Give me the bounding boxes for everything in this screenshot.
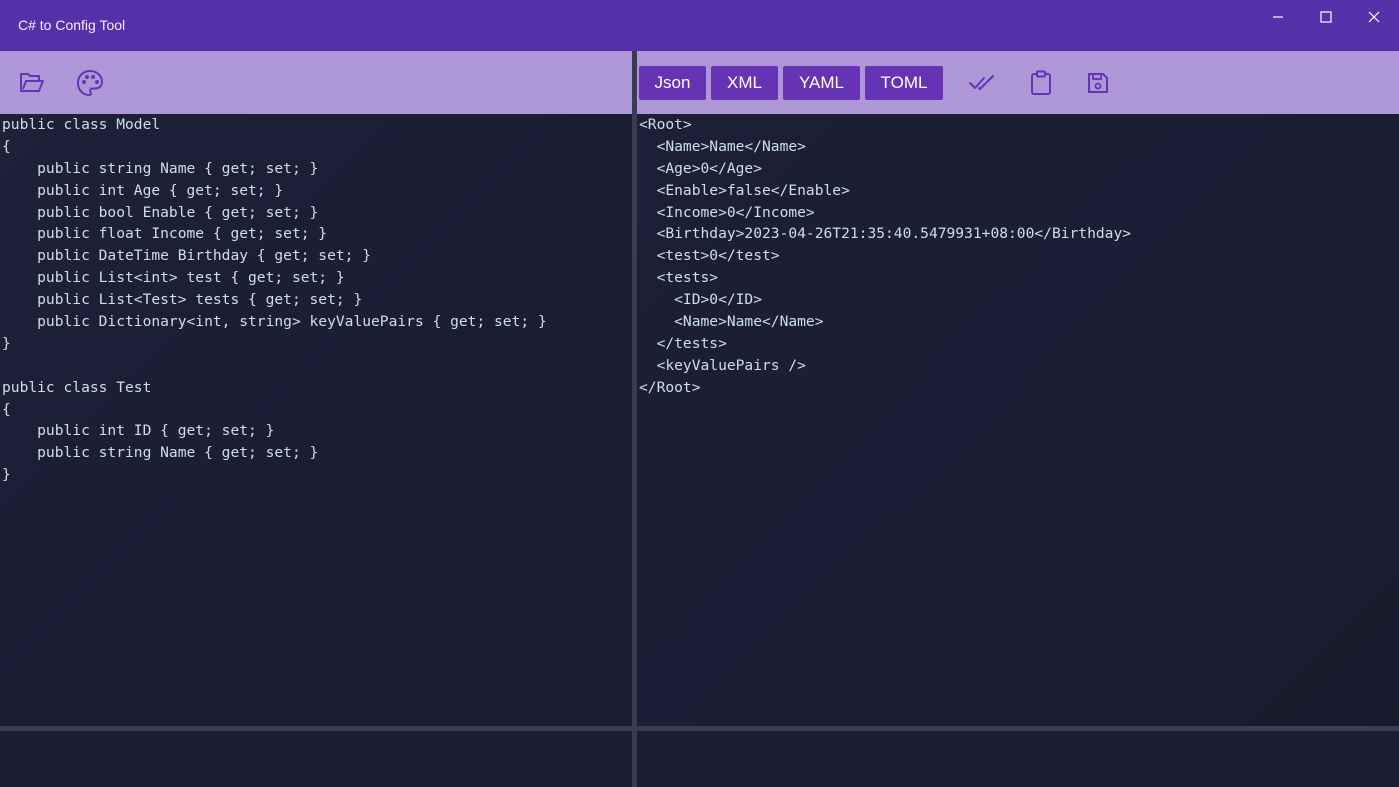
folder-open-icon <box>20 73 44 92</box>
clipboard-icon <box>1031 70 1051 95</box>
xml-button[interactable]: XML <box>711 66 778 100</box>
code-line: { <box>2 137 11 155</box>
code-line: </tests> <box>639 334 727 352</box>
source-editor[interactable]: public class Model { public string Name {… <box>0 114 632 726</box>
code-line: { <box>2 400 11 418</box>
save-icon <box>1088 73 1108 93</box>
code-line: public bool Enable { get; set; } <box>2 203 319 221</box>
code-line: public int ID { get; set; } <box>2 422 275 440</box>
output-toolbar: Json XML YAML TOML <box>637 51 1399 114</box>
code-line: } <box>2 334 11 352</box>
code-line: <Root> <box>639 116 692 133</box>
code-line: public Dictionary<int, string> keyValueP… <box>2 313 547 331</box>
toml-button[interactable]: TOML <box>865 66 943 100</box>
code-line: <Name>Name</Name> <box>639 137 806 155</box>
code-line: <keyValuePairs /> <box>639 356 806 374</box>
code-line: <Age>0</Age> <box>639 159 763 177</box>
json-button[interactable]: Json <box>639 66 706 100</box>
code-line: public class Test <box>2 378 152 396</box>
copy-button[interactable] <box>1023 65 1059 101</box>
source-toolbar <box>0 51 632 114</box>
palette-icon <box>76 69 104 97</box>
window-title: C# to Config Tool <box>18 17 126 33</box>
code-line: </Root> <box>639 378 701 396</box>
code-line: public string Name { get; set; } <box>2 444 319 462</box>
close-button[interactable] <box>1350 0 1398 34</box>
open-file-button[interactable] <box>14 65 50 101</box>
source-code[interactable]: public class Model { public string Name {… <box>0 114 632 486</box>
code-line: <Income>0</Income> <box>639 203 815 221</box>
save-button[interactable] <box>1080 65 1116 101</box>
theme-button[interactable] <box>72 65 108 101</box>
yaml-button[interactable]: YAML <box>783 66 860 100</box>
title-bar: C# to Config Tool <box>0 0 1399 51</box>
right-status-area <box>637 731 1399 787</box>
code-line: <test>0</test> <box>639 247 780 265</box>
code-line: <Name>Name</Name> <box>639 313 824 331</box>
close-icon <box>1368 11 1380 23</box>
output-code[interactable]: <Root> <Name>Name</Name> <Age>0</Age> <E… <box>637 114 1399 399</box>
code-line: <ID>0</ID> <box>639 291 763 309</box>
code-line: } <box>2 466 11 484</box>
code-line: <Birthday>2023-04-26T21:35:40.5479931+08… <box>639 225 1132 243</box>
code-line: public string Name { get; set; } <box>2 159 319 177</box>
left-status-area <box>0 731 632 787</box>
code-line: <tests> <box>639 269 719 287</box>
code-line: public List<int> test { get; set; } <box>2 269 345 287</box>
minimize-icon <box>1273 16 1283 18</box>
code-line: public class Model <box>2 116 161 133</box>
code-line: <Enable>false</Enable> <box>639 181 850 199</box>
minimize-button[interactable] <box>1254 0 1302 34</box>
double-check-icon <box>969 75 994 90</box>
output-editor[interactable]: <Root> <Name>Name</Name> <Age>0</Age> <E… <box>637 114 1399 726</box>
code-line: public DateTime Birthday { get; set; } <box>2 247 372 265</box>
code-line: public int Age { get; set; } <box>2 181 284 199</box>
maximize-button[interactable] <box>1302 0 1350 34</box>
code-line: public float Income { get; set; } <box>2 225 328 243</box>
code-line: public List<Test> tests { get; set; } <box>2 291 363 309</box>
validate-button[interactable] <box>965 65 1001 101</box>
maximize-icon <box>1320 11 1332 23</box>
